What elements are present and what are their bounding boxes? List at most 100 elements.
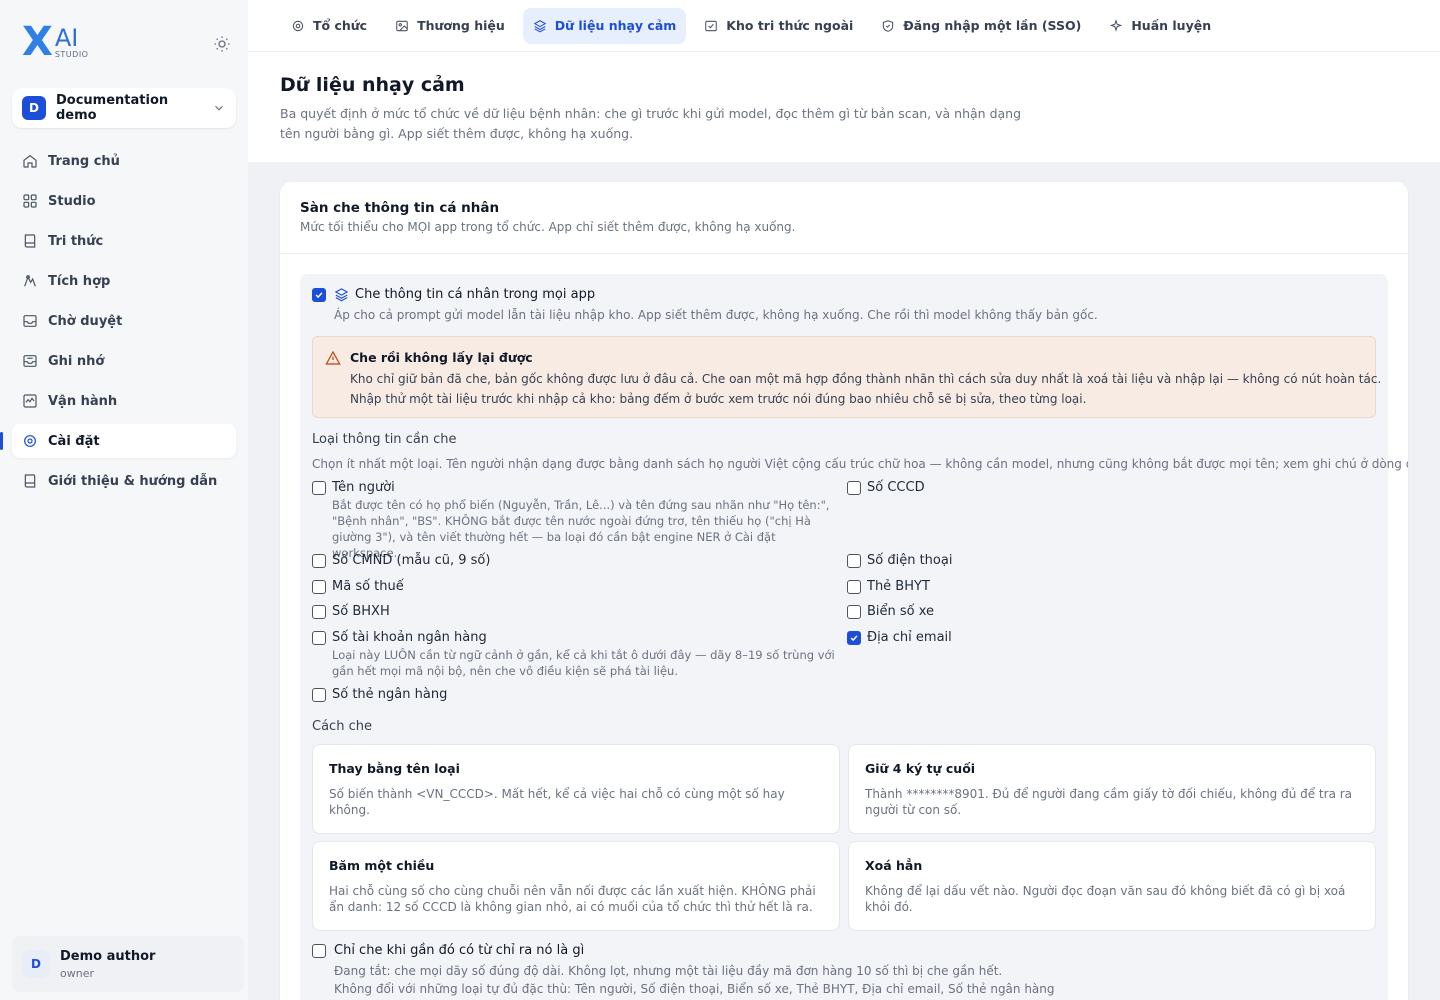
- option-description: Không đổi với những loại tự đủ đặc thù: …: [334, 982, 1055, 996]
- tab-branding[interactable]: Thương hiệu: [385, 8, 515, 44]
- card-description: Mức tối thiểu cho MỌI app trong tổ chức.…: [300, 220, 796, 234]
- guide-icon: [24, 474, 36, 488]
- pii-type-checkbox[interactable]: [312, 631, 326, 645]
- tab-sso[interactable]: Đăng nhập một lần (SSO): [871, 8, 1091, 44]
- mask-pii-all-apps-option[interactable]: Che thông tin cá nhân trong mọi app: [312, 287, 595, 302]
- pii-type-checkbox[interactable]: [312, 605, 326, 619]
- pii-type-label: Tên người: [332, 480, 395, 495]
- pii-type-checkbox[interactable]: [312, 554, 326, 568]
- logo-name: AI: [54, 23, 79, 52]
- option-label: Che thông tin cá nhân trong mọi app: [355, 287, 596, 302]
- pii-type-label: Số thẻ ngân hàng: [332, 687, 448, 702]
- layers-icon: [334, 288, 349, 302]
- method-description: Thành ********8901. Đủ để người đang cầm…: [865, 787, 1353, 817]
- sidebar-item-settings[interactable]: Cài đặt: [0, 424, 236, 458]
- page-subtitle: Ba quyết định ở mức tổ chức về dữ liệu b…: [280, 106, 1022, 141]
- warning-text: Kho chỉ giữ bản đã che, bản gốc không đư…: [350, 372, 1382, 386]
- card-title: Sàn che thông tin cá nhân: [300, 200, 500, 216]
- sidebar-item-home[interactable]: Trang chủ: [12, 144, 236, 178]
- check-icon: [315, 291, 323, 298]
- sidebar-item-operations[interactable]: Vận hành: [12, 384, 236, 418]
- activity-icon: [23, 394, 37, 408]
- method-title: Xoá hẳn: [865, 858, 923, 873]
- warning-text: Nhập thử một tài liệu trước khi nhập cả …: [350, 392, 1087, 406]
- mask-method-keep-last-4[interactable]: Giữ 4 ký tự cuối Thành ********8901. Đủ …: [848, 744, 1376, 834]
- context-only-checkbox[interactable]: [312, 943, 326, 958]
- pii-type-note: Loại này LUÔN cần từ ngữ cảnh ở gần, kể …: [332, 648, 835, 678]
- pii-type-label: Thẻ BHYT: [867, 579, 930, 594]
- pii-type-checkbox[interactable]: [847, 554, 861, 568]
- tab-training[interactable]: Huấn luyện: [1099, 8, 1221, 44]
- method-description: Không để lại dấu vết nào. Người đọc đoạn…: [865, 884, 1346, 914]
- grid-icon: [23, 194, 37, 208]
- home-icon: [23, 154, 37, 168]
- sidebar-item-label: Chờ duyệt: [48, 313, 123, 329]
- pii-type-checkbox[interactable]: [847, 605, 861, 619]
- option-description: Đang tắt: che mọi dãy số đúng độ dài. Kh…: [334, 964, 1003, 978]
- sidebar-item-label: Cài đặt: [48, 433, 100, 449]
- context-only-option[interactable]: Chỉ che khi gần đó có từ chỉ ra nó là gì: [312, 943, 584, 958]
- org-icon: [292, 20, 304, 31]
- shield-icon: [883, 19, 894, 32]
- plug-icon: [24, 275, 36, 287]
- pii-type-checkbox[interactable]: [312, 580, 326, 594]
- sidebar-item-pending[interactable]: Chờ duyệt: [12, 304, 236, 338]
- user-name: Demo author: [60, 948, 156, 964]
- pii-type-option[interactable]: Biển số xe: [847, 604, 934, 620]
- pii-type-option[interactable]: Số BHXH: [312, 604, 390, 620]
- workspace-avatar: D: [22, 96, 46, 120]
- pii-type-option[interactable]: Mã số thuế: [312, 579, 404, 595]
- mask-method-replace-label[interactable]: Thay bằng tên loại Số biến thành <VN_CCC…: [312, 744, 840, 834]
- tab-external-knowledge[interactable]: Kho tri thức ngoài: [694, 8, 863, 44]
- sun-icon[interactable]: [213, 35, 231, 53]
- pii-type-label: Mã số thuế: [332, 579, 404, 594]
- pii-types-description: Chọn ít nhất một loại. Tên người nhận dạ…: [312, 457, 1408, 471]
- mask-pii-checkbox[interactable]: [312, 287, 326, 302]
- tab-organization[interactable]: Tổ chức: [281, 8, 377, 44]
- sidebar-item-label: Trang chủ: [48, 153, 120, 169]
- pii-type-option[interactable]: Số thẻ ngân hàng: [312, 687, 447, 703]
- sidebar-item-guide[interactable]: Giới thiệu & hướng dẫn: [12, 464, 236, 498]
- pii-type-label: Số BHXH: [332, 604, 390, 619]
- logo-mark: X: [22, 19, 53, 65]
- mask-method-hash[interactable]: Băm một chiều Hai chỗ cùng số cho cùng c…: [312, 841, 840, 931]
- memory-icon: [23, 355, 37, 367]
- pii-type-checkbox[interactable]: [312, 481, 326, 495]
- pii-type-option[interactable]: Số CMND (mẫu cũ, 9 số): [312, 553, 490, 569]
- pii-type-checkbox[interactable]: [847, 631, 861, 645]
- pii-type-label: Biển số xe: [867, 604, 935, 619]
- pii-floor-card: Sàn che thông tin cá nhân Mức tối thiểu …: [280, 182, 1408, 1000]
- pii-type-label: Số tài khoản ngân hàng: [332, 630, 487, 645]
- sidebar-item-label: Giới thiệu & hướng dẫn: [48, 473, 218, 489]
- pii-type-option[interactable]: Số CCCD: [847, 480, 925, 496]
- pii-type-option[interactable]: Tên người Bắt được tên có họ phổ biến (N…: [312, 480, 842, 561]
- method-title: Giữ 4 ký tự cuối: [865, 761, 976, 776]
- pii-type-option[interactable]: Số tài khoản ngân hàng Loại này LUÔN cần…: [312, 630, 842, 679]
- pii-settings-panel: Che thông tin cá nhân trong mọi app Áp c…: [300, 274, 1408, 1000]
- sidebar-item-label: Vận hành: [48, 393, 118, 409]
- pii-type-option[interactable]: Số điện thoại: [847, 553, 952, 569]
- pii-type-option[interactable]: Thẻ BHYT: [847, 579, 930, 595]
- check-icon: [850, 635, 858, 642]
- chevron-down-icon: [215, 105, 223, 111]
- warning-title: Che rồi không lấy lại được: [350, 350, 533, 365]
- mask-method-delete[interactable]: Xoá hẳn Không để lại dấu vết nào. Người …: [848, 841, 1376, 931]
- tab-label: Đăng nhập một lần (SSO): [903, 18, 1082, 33]
- logo[interactable]: X AI STUDIO: [22, 19, 88, 65]
- tab-sensitive-data[interactable]: Dữ liệu nhạy cảm: [522, 7, 687, 44]
- sidebar-item-label: Ghi nhớ: [48, 353, 105, 369]
- pii-type-label: Số CMND (mẫu cũ, 9 số): [332, 553, 491, 568]
- pii-type-checkbox[interactable]: [847, 481, 861, 495]
- sidebar-item-integrations[interactable]: Tích hợp: [12, 264, 236, 298]
- sidebar-item-studio[interactable]: Studio: [12, 184, 236, 218]
- user-profile[interactable]: D Demo author owner: [12, 936, 244, 992]
- sidebar-item-memory[interactable]: Ghi nhớ: [12, 344, 236, 378]
- pii-type-checkbox[interactable]: [847, 580, 861, 594]
- page-title: Dữ liệu nhạy cảm: [280, 74, 465, 96]
- pii-type-checkbox[interactable]: [312, 688, 326, 702]
- workspace-switcher[interactable]: D Documentation demo: [12, 88, 236, 128]
- pii-type-option[interactable]: Địa chỉ email: [847, 630, 952, 646]
- inbox-icon: [23, 315, 37, 327]
- sidebar-item-knowledge[interactable]: Tri thức: [12, 224, 236, 258]
- image-icon: [396, 20, 408, 31]
